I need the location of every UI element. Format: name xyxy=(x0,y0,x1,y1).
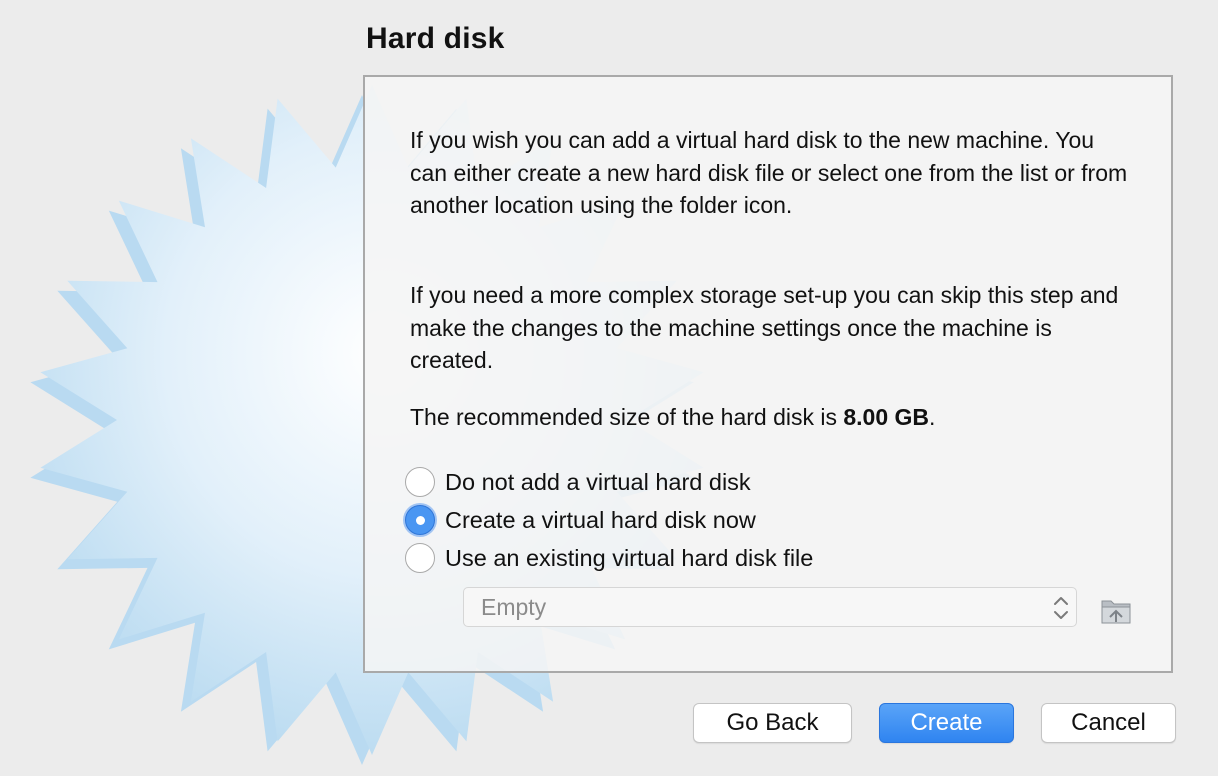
disk-file-select-value: Empty xyxy=(481,594,547,620)
recommended-size-prefix: The recommended size of the hard disk is xyxy=(410,404,844,430)
storage-paragraph: If you need a more complex storage set-u… xyxy=(410,282,1119,373)
option-create-disk[interactable]: Create a virtual hard disk now xyxy=(405,503,756,537)
up-down-chevron-icon xyxy=(1054,597,1068,619)
go-back-button[interactable]: Go Back xyxy=(693,703,852,743)
radio-no-disk[interactable] xyxy=(405,467,435,497)
cancel-button[interactable]: Cancel xyxy=(1041,703,1176,743)
page-title: Hard disk xyxy=(366,22,505,55)
option-existing-disk-label: Use an existing virtual hard disk file xyxy=(445,544,814,571)
radio-existing-disk[interactable] xyxy=(405,543,435,573)
option-no-disk[interactable]: Do not add a virtual hard disk xyxy=(405,465,751,499)
option-create-disk-label: Create a virtual hard disk now xyxy=(445,506,756,533)
recommended-size-text: The recommended size of the hard disk is… xyxy=(410,401,1130,434)
recommended-size-value: 8.00 GB xyxy=(843,404,930,430)
create-button[interactable]: Create xyxy=(879,703,1014,743)
recommended-size-suffix: . xyxy=(929,404,936,430)
option-no-disk-label: Do not add a virtual hard disk xyxy=(445,468,751,495)
disk-file-select[interactable]: Empty xyxy=(463,587,1077,627)
hard-disk-panel: If you wish you can add a virtual hard d… xyxy=(363,75,1173,673)
option-existing-disk[interactable]: Use an existing virtual hard disk file xyxy=(405,541,813,575)
folder-icon[interactable] xyxy=(1100,595,1134,627)
radio-create-disk[interactable] xyxy=(405,505,435,535)
intro-paragraph: If you wish you can add a virtual hard d… xyxy=(410,127,1128,218)
